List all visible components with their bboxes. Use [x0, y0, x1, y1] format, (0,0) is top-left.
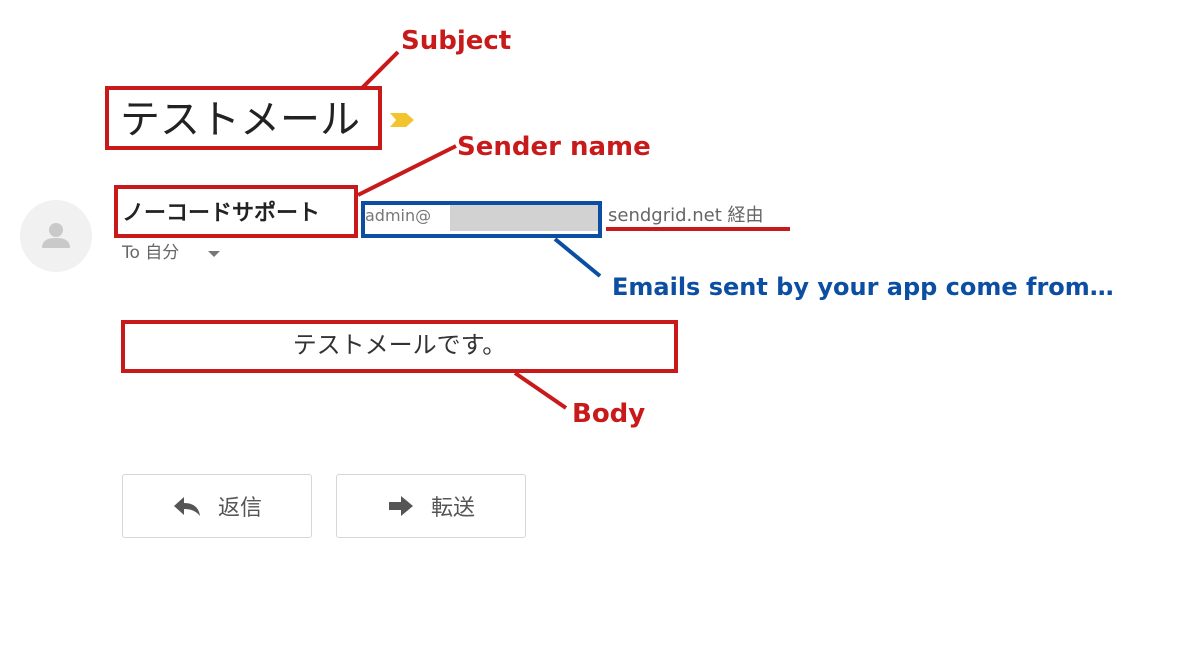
subject-highlight-box — [105, 86, 382, 150]
body-connector — [513, 371, 568, 410]
sender-name-callout: Sender name — [457, 132, 651, 162]
subject-callout: Subject — [401, 26, 512, 56]
sender-email-callout: Emails sent by your app come from… — [612, 273, 1114, 301]
body-highlight-box — [121, 320, 678, 373]
sender-email-connector — [553, 237, 602, 278]
subject-connector — [360, 50, 400, 90]
sender-name-highlight-box — [114, 185, 358, 238]
sender-name-connector — [357, 144, 457, 197]
body-callout: Body — [572, 399, 646, 429]
sender-email-highlight-box — [361, 201, 602, 238]
